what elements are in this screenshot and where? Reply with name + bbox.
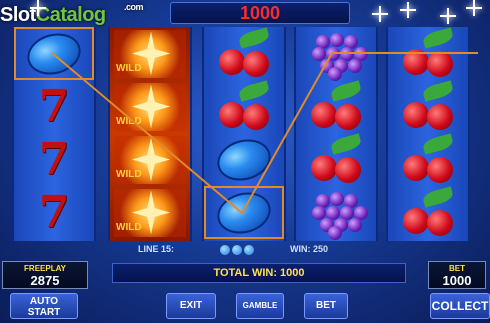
plum-symbol <box>14 27 94 80</box>
reel-1: 777 <box>12 27 96 241</box>
cherry-symbol <box>204 79 284 133</box>
exit-button[interactable]: EXIT <box>166 293 216 319</box>
collect-button[interactable]: COLLECT <box>430 293 490 319</box>
bet-panel: BET 1000 <box>428 261 486 289</box>
cherry-symbol <box>204 26 284 80</box>
reel-2: WILD WILD WILD WILD <box>108 27 192 241</box>
wild-symbol: WILD <box>110 27 190 80</box>
wild-symbol: WILD <box>110 186 190 239</box>
cherry-symbol <box>388 26 468 80</box>
wild-symbol: WILD <box>110 133 190 186</box>
plum-symbol <box>204 186 284 239</box>
sparkle-icon <box>440 8 456 24</box>
wild-symbol: WILD <box>110 80 190 133</box>
reel-5 <box>386 26 470 241</box>
freeplay-panel: FREEPLAY 2875 <box>2 261 88 289</box>
cherry-symbol <box>388 185 468 239</box>
sparkle-icon <box>372 6 388 22</box>
line-win-status: LINE 15: WIN: 250 <box>110 244 370 258</box>
reel-4 <box>294 27 378 241</box>
reel-3 <box>202 26 286 241</box>
seven-symbol: 7 <box>38 133 70 185</box>
bet-button[interactable]: BET <box>304 293 348 319</box>
sparkle-icon <box>400 2 416 18</box>
cherry-symbol <box>388 132 468 186</box>
cherry-symbol <box>296 79 376 133</box>
line-label: LINE 15: <box>138 244 175 254</box>
reel-area: 7 7 7 WILD WILD WILD WILD <box>12 26 478 241</box>
line-win-label: WIN: 250 <box>290 244 329 254</box>
cherry-symbol <box>296 132 376 186</box>
payline-gems-icon <box>220 245 254 255</box>
gamble-button[interactable]: GAMBLE <box>236 293 284 319</box>
sparkle-icon <box>30 0 46 16</box>
auto-start-button[interactable]: AUTO START <box>10 293 78 319</box>
top-win-display: 1000 <box>170 2 350 24</box>
total-win-bar: TOTAL WIN: 1000 <box>112 263 406 283</box>
grape-symbol <box>296 186 376 240</box>
seven-symbol: 7 <box>38 186 70 238</box>
freeplay-value: 2875 <box>30 273 60 288</box>
seven-symbol: 7 <box>38 80 70 132</box>
grape-symbol <box>296 27 376 81</box>
slotcatalog-logo: SlotCatalog .com <box>0 2 144 26</box>
bet-value: 1000 <box>442 273 472 288</box>
plum-symbol <box>204 133 284 186</box>
sparkle-icon <box>466 0 482 16</box>
cherry-symbol <box>388 79 468 133</box>
